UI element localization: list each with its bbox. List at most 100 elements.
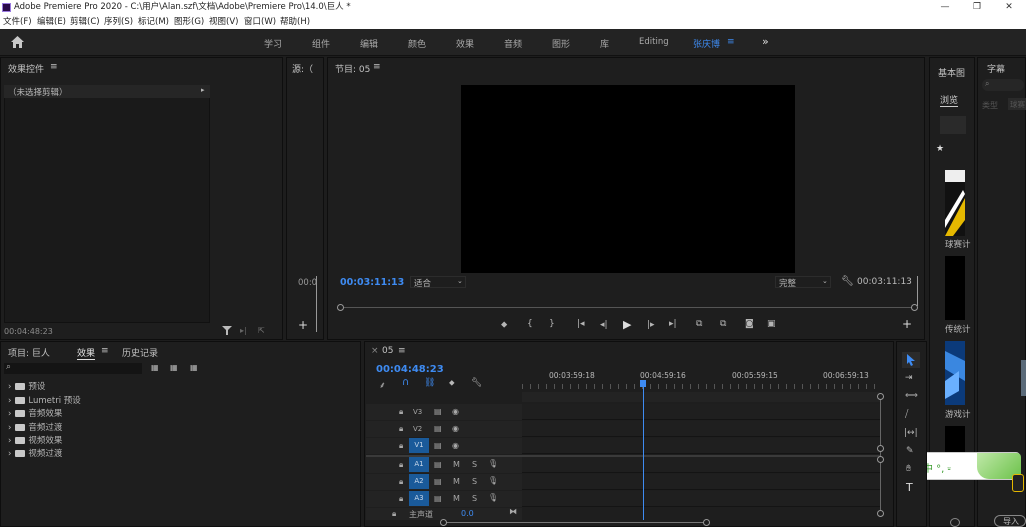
track-v1[interactable] <box>522 438 880 454</box>
tree-item-video-effects[interactable]: › 视频效果 <box>8 434 62 446</box>
mute-button[interactable]: M <box>453 460 460 469</box>
mark-in-icon[interactable]: { <box>527 319 533 329</box>
tree-item-presets[interactable]: › 预设 <box>8 380 45 392</box>
ripple-edit-tool-icon[interactable]: ⟺ <box>905 391 918 401</box>
track-select-tool-icon[interactable]: ⇥ <box>905 373 913 383</box>
quality-select[interactable]: 完整 ⌄ <box>775 276 831 289</box>
extract-icon[interactable]: ⧉ <box>720 319 726 329</box>
mic-icon[interactable]: 🎙︎ <box>488 493 498 502</box>
menu-graphics[interactable]: 图形(G) <box>174 15 204 29</box>
track-a1[interactable] <box>522 457 880 473</box>
vscroll-mid-handle[interactable] <box>877 445 884 452</box>
effects-tab[interactable]: 效果 <box>77 346 96 360</box>
workspace-editing-cn[interactable]: 编辑 <box>360 37 378 50</box>
track-a3-label[interactable]: A3 <box>409 491 429 506</box>
workspace-custom[interactable]: 张庆博 <box>693 37 720 50</box>
minimize-button[interactable]: — <box>930 0 960 15</box>
linked-selection-icon[interactable]: ⛓︎ <box>424 378 435 388</box>
sync-lock-icon[interactable]: ▤ <box>434 441 442 450</box>
type-tool-icon[interactable]: T <box>906 481 913 494</box>
compare-view-icon[interactable]: ▣ <box>767 319 776 329</box>
timeline-marker-icon[interactable]: ⬥ <box>449 378 455 388</box>
go-to-out-icon[interactable]: ▸| <box>669 319 677 329</box>
workspace-graphics[interactable]: 图形 <box>552 37 570 50</box>
lift-icon[interactable]: ⧉ <box>696 319 702 329</box>
nest-icon[interactable]: ⸙ <box>379 378 386 391</box>
selection-tool-icon[interactable] <box>906 354 916 366</box>
add-marker-icon[interactable]: ⬥ <box>501 320 507 330</box>
ime-phone-icon[interactable] <box>1012 474 1024 492</box>
workspace-learn[interactable]: 学习 <box>264 37 282 50</box>
menu-help[interactable]: 帮助(H) <box>280 15 310 29</box>
close-button[interactable]: ✕ <box>994 0 1024 15</box>
mute-button[interactable]: M <box>453 494 460 503</box>
captions-search-field[interactable]: ⌕ <box>982 79 1024 91</box>
timeline-close-icon[interactable]: × <box>371 346 379 356</box>
scrubber-start-handle[interactable] <box>337 304 344 311</box>
timeline-title[interactable]: 05 <box>382 346 393 356</box>
essential-graphics-tab[interactable]: 基本图 <box>938 66 965 79</box>
time-ruler[interactable] <box>522 384 880 389</box>
menu-window[interactable]: 窗口(W) <box>244 15 276 29</box>
menu-edit[interactable]: 编辑(E) <box>37 15 66 29</box>
lock-icon[interactable]: 🔒︎ <box>399 477 403 487</box>
vscroll-bottom-handle[interactable] <box>877 510 884 517</box>
lock-icon[interactable]: 🔒︎ <box>399 494 403 504</box>
track-header-v2[interactable] <box>366 421 522 437</box>
track-a2-label[interactable]: A2 <box>409 474 429 489</box>
track-header-a1[interactable] <box>366 457 522 473</box>
timeline-horizontal-scroll[interactable] <box>444 522 708 523</box>
32bit-effects-icon[interactable]: ▦ <box>170 363 178 372</box>
source-scrubber[interactable] <box>316 276 317 332</box>
import-button[interactable]: 导入 <box>994 515 1026 527</box>
pen-tool-icon[interactable]: ✎ <box>906 446 914 456</box>
template-thumb-4[interactable] <box>945 426 965 454</box>
sync-lock-icon[interactable]: ▤ <box>434 424 442 433</box>
track-v3[interactable] <box>522 404 880 420</box>
menu-clip[interactable]: 剪辑(C) <box>70 15 100 29</box>
eye-icon[interactable]: ◉ <box>452 407 459 416</box>
captions-type-select[interactable]: 球赛 <box>1008 98 1026 110</box>
timeline-menu-icon[interactable]: ≡ <box>398 346 406 356</box>
hscroll-left-handle[interactable] <box>440 519 447 526</box>
sync-lock-icon[interactable]: ▤ <box>434 477 442 486</box>
track-v2[interactable] <box>522 421 880 437</box>
timeline-timecode[interactable]: 00:04:48:23 <box>376 364 444 375</box>
effects-search-input[interactable]: ⌕ <box>4 362 142 374</box>
lock-icon[interactable]: 🔒︎ <box>399 407 403 417</box>
program-video-frame[interactable] <box>461 85 795 273</box>
tree-item-audio-transitions[interactable]: › 音频过渡 <box>8 421 62 433</box>
mute-button[interactable]: M <box>453 477 460 486</box>
source-add-icon[interactable]: + <box>298 318 308 332</box>
tree-item-lumetri[interactable]: › Lumetri 预设 <box>8 394 81 406</box>
program-timecode[interactable]: 00:03:11:13 <box>340 277 404 288</box>
program-scrubber[interactable] <box>340 307 916 308</box>
menu-view[interactable]: 视图(V) <box>209 15 238 29</box>
maximize-button[interactable]: ❐ <box>962 0 992 15</box>
eye-icon[interactable]: ◉ <box>452 441 459 450</box>
track-header-v1[interactable] <box>366 438 522 454</box>
workspace-effects[interactable]: 效果 <box>456 37 474 50</box>
source-monitor-title[interactable]: 源:（ <box>292 62 313 75</box>
camera-icon[interactable]: ◙ <box>745 319 754 329</box>
effects-tab-menu-icon[interactable]: ≡ <box>101 346 109 356</box>
program-menu-icon[interactable]: ≡ <box>373 62 381 72</box>
solo-button[interactable]: S <box>472 477 477 486</box>
track-header-a3[interactable] <box>366 491 522 507</box>
sync-lock-icon[interactable]: ▤ <box>434 460 442 469</box>
workspace-overflow-icon[interactable]: » <box>762 35 769 48</box>
mark-out-icon[interactable]: } <box>549 319 555 329</box>
track-header-a2[interactable] <box>366 474 522 490</box>
workspace-libraries[interactable]: 库 <box>600 37 609 50</box>
effect-controls-title[interactable]: 效果控件 <box>8 62 44 75</box>
slip-tool-icon[interactable]: |↔| <box>904 428 918 438</box>
play-icon[interactable]: ▶ <box>623 318 631 331</box>
sync-lock-icon[interactable]: ▤ <box>434 494 442 503</box>
lock-icon[interactable]: 🔒︎ <box>399 424 403 434</box>
effect-controls-menu-icon[interactable]: ≡ <box>50 62 58 72</box>
workspace-menu-icon[interactable]: ≡ <box>727 37 735 47</box>
vscroll-mid2-handle[interactable] <box>877 456 884 463</box>
browse-tab[interactable]: 浏览 <box>940 93 959 107</box>
hand-tool-icon[interactable]: ✋︎ <box>906 464 911 474</box>
menu-marker[interactable]: 标记(M) <box>138 15 169 29</box>
